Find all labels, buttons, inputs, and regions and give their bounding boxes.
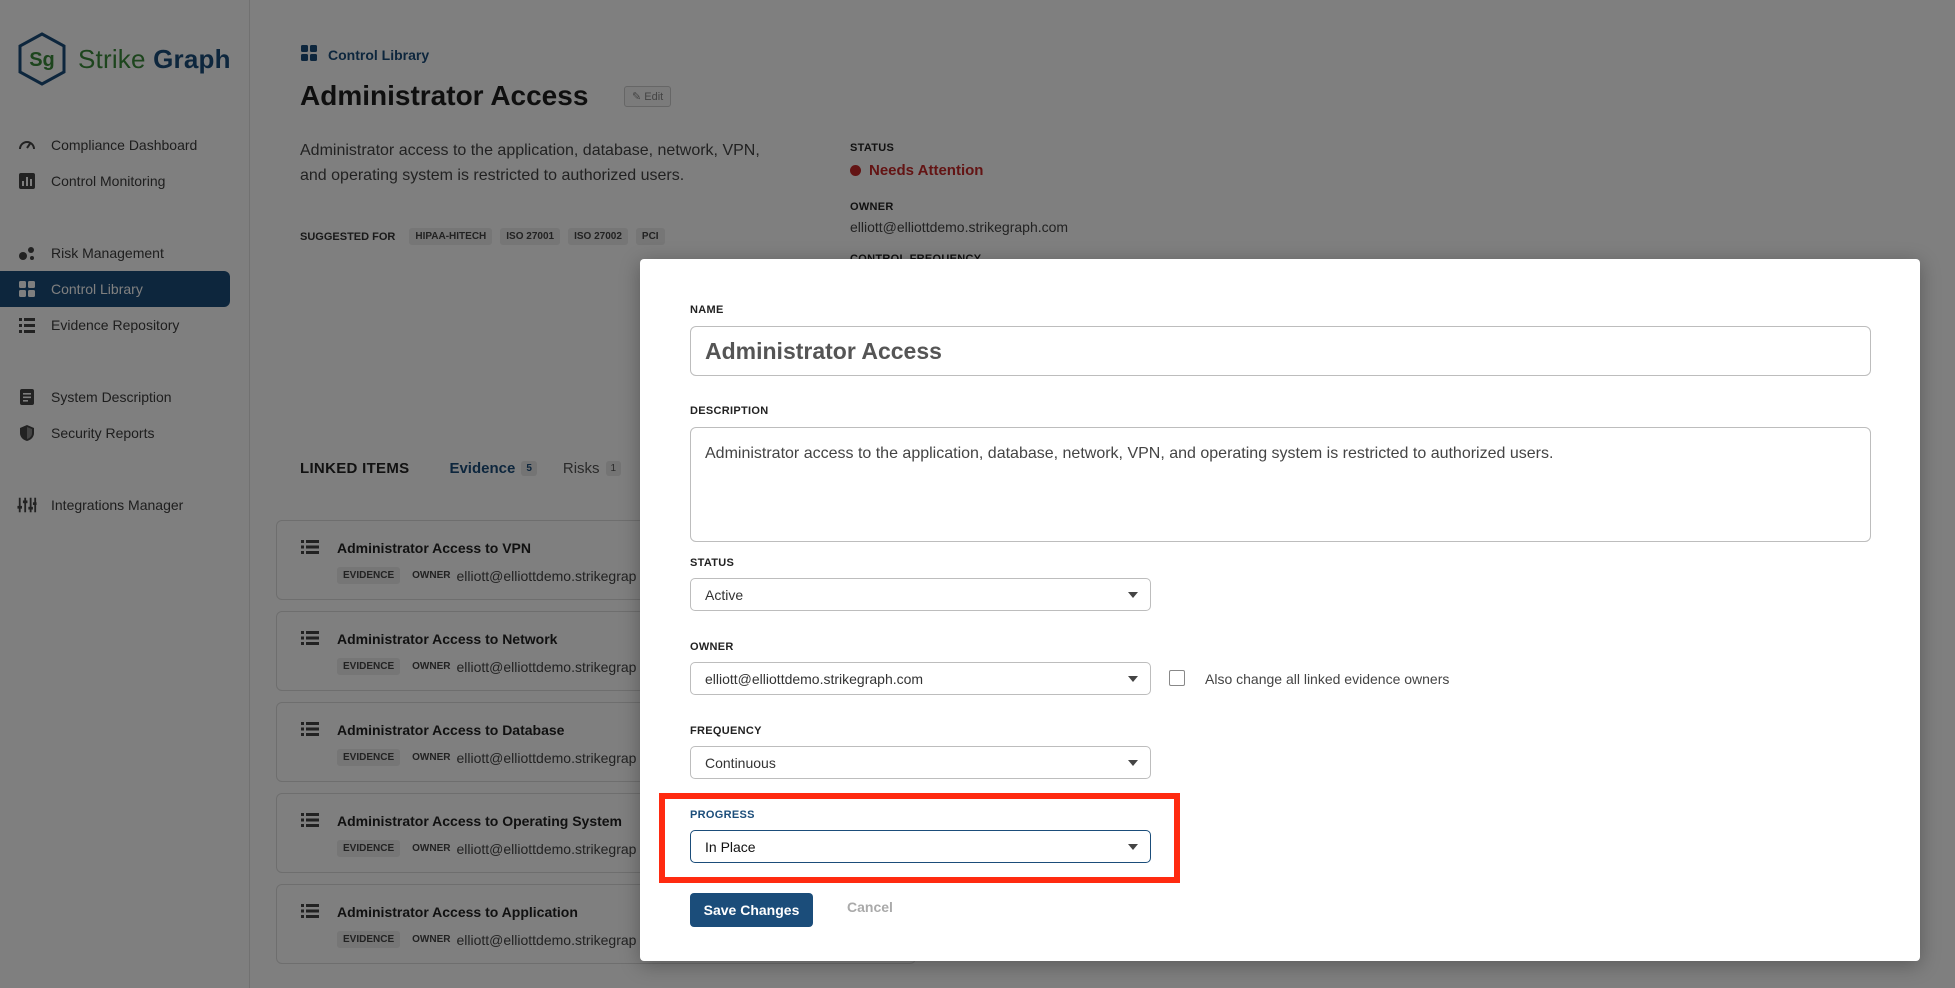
chevron-down-icon <box>1128 760 1138 766</box>
status-select-value: Active <box>705 586 744 603</box>
status-label: STATUS <box>690 557 735 569</box>
name-label: NAME <box>690 304 724 316</box>
description-textarea[interactable]: Administrator access to the application,… <box>690 427 1871 542</box>
save-changes-button[interactable]: Save Changes <box>690 893 813 927</box>
chevron-down-icon <box>1128 592 1138 598</box>
cancel-button[interactable]: Cancel <box>847 899 893 915</box>
change-linked-owners-label: Also change all linked evidence owners <box>1205 671 1450 687</box>
frequency-select-value: Continuous <box>705 754 776 771</box>
frequency-label: FREQUENCY <box>690 725 762 737</box>
description-label: DESCRIPTION <box>690 405 769 417</box>
owner-label: OWNER <box>690 641 734 653</box>
change-linked-owners-checkbox[interactable] <box>1169 670 1185 686</box>
chevron-down-icon <box>1128 676 1138 682</box>
progress-highlight-box <box>659 793 1180 883</box>
status-select[interactable]: Active <box>690 578 1151 611</box>
owner-select[interactable]: elliott@elliottdemo.strikegraph.com <box>690 662 1151 695</box>
frequency-select[interactable]: Continuous <box>690 746 1151 779</box>
owner-select-value: elliott@elliottdemo.strikegraph.com <box>705 670 924 687</box>
name-input[interactable]: Administrator Access <box>690 326 1871 376</box>
